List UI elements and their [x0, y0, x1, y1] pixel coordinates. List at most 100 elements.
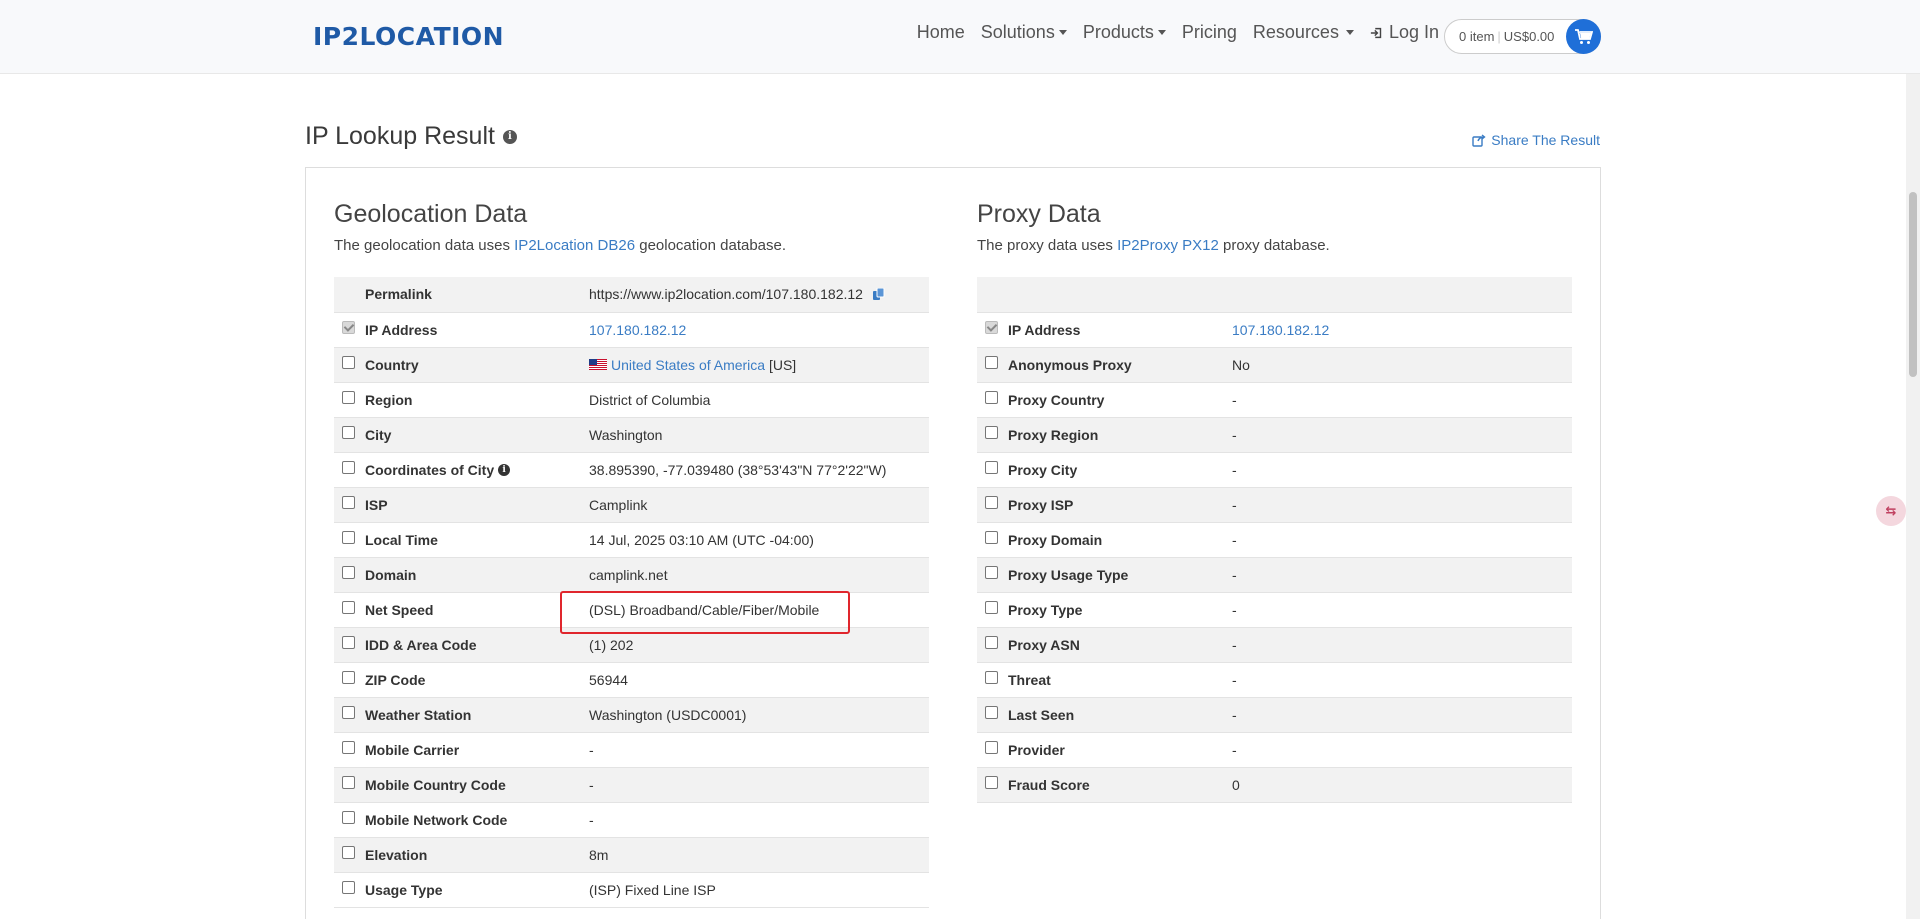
page-title-text: IP Lookup Result — [305, 122, 495, 150]
field-checkbox[interactable] — [985, 426, 998, 440]
field-label: Proxy Usage Type — [1008, 566, 1129, 583]
table-row: Region District of Columbia — [334, 382, 929, 417]
site-logo[interactable]: IP2LOCATION — [313, 22, 504, 51]
field-checkbox — [985, 321, 998, 335]
info-icon[interactable]: i — [502, 129, 517, 144]
table-row: ZIP Code 56944 — [334, 662, 929, 697]
field-checkbox[interactable] — [342, 566, 355, 580]
field-checkbox[interactable] — [985, 356, 998, 370]
main-nav: Home Solutions Products Pricing Resource… — [901, 22, 1455, 43]
field-checkbox[interactable] — [342, 531, 355, 545]
field-value: - — [1232, 426, 1237, 443]
field-checkbox[interactable] — [985, 776, 998, 790]
nav-solutions-label: Solutions — [980, 22, 1055, 42]
field-checkbox[interactable] — [985, 566, 998, 580]
field-value: 56944 — [589, 671, 628, 688]
field-checkbox[interactable] — [342, 461, 355, 475]
field-checkbox[interactable] — [985, 531, 998, 545]
nav-login-label: Log In — [1388, 22, 1439, 42]
field-label: IP Address — [365, 321, 438, 338]
table-row: Proxy Domain - — [977, 522, 1572, 557]
db26-link[interactable]: IP2Location DB26 — [514, 237, 635, 254]
field-checkbox[interactable] — [985, 496, 998, 510]
field-checkbox — [342, 321, 355, 335]
field-label: ISP — [365, 496, 388, 513]
table-row: Proxy ASN - — [977, 627, 1572, 662]
field-checkbox[interactable] — [342, 636, 355, 650]
table-row: Domain camplink.net — [334, 557, 929, 592]
scrollbar-thumb[interactable] — [1909, 192, 1917, 377]
field-checkbox[interactable] — [342, 671, 355, 685]
field-checkbox[interactable] — [342, 706, 355, 720]
field-value: 14 Jul, 2025 03:10 AM (UTC -04:00) — [589, 531, 814, 548]
table-row: Permalink https://www.ip2location.com/107… — [334, 277, 929, 312]
nav-solutions[interactable]: Solutions — [981, 22, 1067, 43]
table-row: Net Speed (DSL) Broadband/Cable/Fiber/Mob… — [334, 592, 929, 627]
field-value: - — [1232, 601, 1237, 618]
field-label: Region — [365, 391, 413, 408]
cart-widget[interactable]: 0 item | US$0.00 — [1444, 19, 1601, 54]
field-checkbox[interactable] — [985, 741, 998, 755]
nav-login[interactable]: Log In — [1370, 22, 1455, 43]
proxy-table: IP Address 107.180.182.12 Anonymous Proxy N… — [977, 277, 1572, 803]
nav-home-label: Home — [916, 22, 965, 42]
field-checkbox[interactable] — [342, 846, 355, 860]
field-checkbox[interactable] — [985, 636, 998, 650]
table-row: Anonymous Proxy No — [977, 347, 1572, 382]
empty-cell — [334, 277, 365, 312]
ip-address-link[interactable]: 107.180.182.12 — [1232, 322, 1329, 338]
nav-resources-label: Resources — [1252, 22, 1339, 42]
field-checkbox[interactable] — [342, 356, 355, 370]
cart-button[interactable] — [1566, 19, 1601, 54]
field-value: Camplink — [589, 496, 648, 513]
info-icon[interactable]: i — [498, 463, 511, 476]
nav-resources[interactable]: Resources — [1253, 22, 1354, 43]
field-label: ZIP Code — [365, 671, 426, 688]
table-row: Mobile Country Code - — [334, 767, 929, 802]
table-row: Last Seen - — [977, 697, 1572, 732]
table-row: Mobile Network Code - — [334, 802, 929, 837]
cart-item-count: 0 item — [1459, 29, 1495, 44]
field-label: Mobile Carrier — [365, 741, 460, 758]
field-checkbox[interactable] — [342, 426, 355, 440]
field-checkbox[interactable] — [985, 391, 998, 405]
table-row: IDD & Area Code (1) 202 — [334, 627, 929, 662]
field-checkbox[interactable] — [342, 881, 355, 895]
field-label: Proxy Domain — [1008, 531, 1103, 548]
px12-link[interactable]: IP2Proxy PX12 — [1117, 237, 1219, 254]
field-label: City — [365, 426, 392, 443]
field-checkbox[interactable] — [985, 461, 998, 475]
field-value: (1) 202 — [589, 636, 634, 653]
field-checkbox[interactable] — [985, 706, 998, 720]
country-link[interactable]: United States of America — [611, 357, 765, 373]
nav-products[interactable]: Products — [1083, 22, 1166, 43]
field-checkbox[interactable] — [985, 671, 998, 685]
field-checkbox[interactable] — [342, 391, 355, 405]
share-result-link[interactable]: Share The Result — [1472, 132, 1600, 148]
copy-icon[interactable] — [872, 287, 885, 301]
field-checkbox[interactable] — [342, 496, 355, 510]
page-scrollbar[interactable] — [1906, 74, 1920, 919]
nav-home[interactable]: Home — [917, 22, 965, 43]
empty-cell — [977, 277, 1008, 312]
proxy-desc-suffix: proxy database. — [1222, 237, 1330, 254]
proxy-desc-prefix: The proxy data uses — [977, 237, 1113, 254]
ip-address-link[interactable]: 107.180.182.12 — [589, 322, 686, 338]
field-label: Anonymous Proxy — [1008, 356, 1132, 373]
field-checkbox[interactable] — [342, 601, 355, 615]
field-label: Proxy Type — [1008, 601, 1083, 618]
translate-float-button[interactable]: ⇆ — [1876, 496, 1906, 526]
field-label: Proxy Region — [1008, 426, 1099, 443]
table-row: Mobile Carrier - — [334, 732, 929, 767]
field-checkbox[interactable] — [985, 601, 998, 615]
table-row: Fraud Score 0 — [977, 767, 1572, 802]
field-value: - — [589, 811, 594, 828]
field-label: Threat — [1008, 671, 1051, 688]
field-value: - — [1232, 391, 1237, 408]
field-label: Proxy ISP — [1008, 496, 1074, 513]
table-row: ISP Camplink — [334, 487, 929, 522]
field-checkbox[interactable] — [342, 741, 355, 755]
field-checkbox[interactable] — [342, 776, 355, 790]
nav-pricing[interactable]: Pricing — [1182, 22, 1237, 43]
field-checkbox[interactable] — [342, 811, 355, 825]
